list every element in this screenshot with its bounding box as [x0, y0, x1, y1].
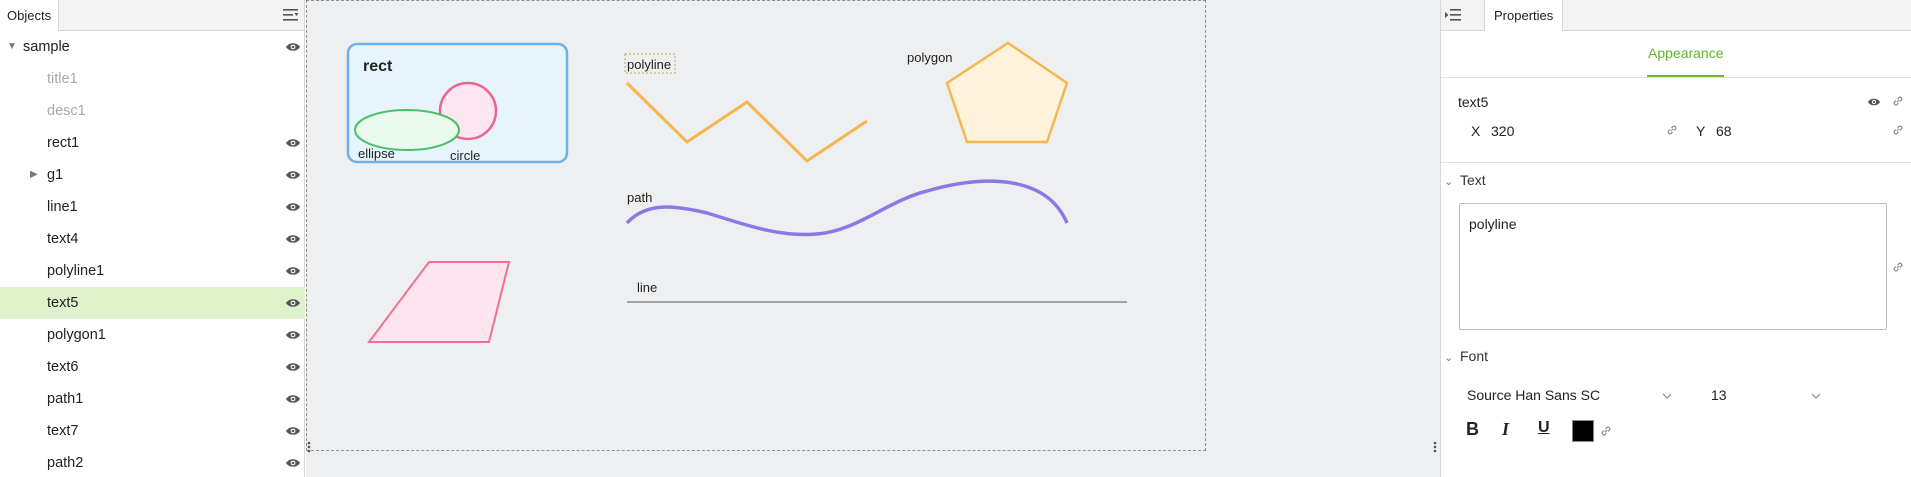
tree-item-label: desc1: [47, 103, 86, 119]
tree-item-rect1[interactable]: rect1: [0, 127, 305, 159]
canvas-area[interactable]: rect ellipse circle polyline polygon pat…: [306, 0, 1440, 477]
link-icon[interactable]: [1891, 123, 1905, 137]
tree-item-label: polygon1: [47, 327, 106, 343]
eye-icon[interactable]: [285, 265, 301, 277]
eye-icon[interactable]: [285, 361, 301, 373]
chevron-down-icon: [1662, 393, 1672, 399]
tree-item-path2[interactable]: path2: [0, 447, 305, 477]
eye-icon[interactable]: [285, 425, 301, 437]
tree-item-g1[interactable]: ▶ g1: [0, 159, 305, 191]
artboard[interactable]: rect ellipse circle polyline polygon pat…: [306, 0, 1206, 451]
tree-item-label: title1: [47, 71, 78, 87]
ellipse-shape[interactable]: [354, 109, 460, 151]
right-resize-handle-icon[interactable]: [1433, 441, 1437, 453]
chevron-down-icon: ⌄: [1444, 176, 1454, 188]
tree-item-text6[interactable]: text6: [0, 351, 305, 383]
tree-item-desc1[interactable]: desc1: [0, 95, 305, 127]
chevron-down-icon: ⌄: [1444, 352, 1454, 364]
circle-label[interactable]: circle: [450, 148, 480, 163]
eye-icon[interactable]: [285, 297, 301, 309]
objects-tab[interactable]: Objects: [0, 0, 60, 31]
path-shape[interactable]: [625, 179, 1069, 237]
tree-item-polyline1[interactable]: polyline1: [0, 255, 305, 287]
eye-icon[interactable]: [285, 41, 301, 53]
objects-panel: Objects ▼ sample title1 desc1 rect1 ▶ g1 line1 t…: [0, 0, 305, 477]
eye-icon[interactable]: [285, 201, 301, 213]
tree-item-sample[interactable]: ▼ sample: [0, 31, 305, 63]
panel-collapse-icon[interactable]: [1445, 8, 1461, 22]
tree-item-label: g1: [47, 167, 64, 183]
chevron-down-icon: [1811, 393, 1821, 399]
tree-item-label: text5: [47, 295, 79, 311]
text-content-field[interactable]: polyline: [1459, 203, 1887, 330]
tree-item-label: text7: [47, 423, 79, 439]
link-icon[interactable]: [1599, 424, 1613, 438]
link-icon[interactable]: [1891, 94, 1905, 108]
tree-item-line1[interactable]: line1: [0, 191, 305, 223]
font-size-select[interactable]: 13: [1711, 387, 1821, 407]
polygon-label[interactable]: polygon: [907, 50, 953, 65]
caret-right-icon[interactable]: ▶: [30, 159, 38, 191]
y-input[interactable]: 68: [1716, 123, 1732, 139]
y-label: Y: [1696, 123, 1706, 139]
link-icon[interactable]: [1665, 123, 1679, 137]
font-size-value: 13: [1711, 387, 1727, 403]
tree-item-path1[interactable]: path1: [0, 383, 305, 415]
font-section-header[interactable]: ⌄ Font: [1444, 348, 1488, 364]
text-section-title: Text: [1460, 172, 1486, 188]
eye-icon[interactable]: [1867, 95, 1881, 109]
x-input[interactable]: 320: [1491, 123, 1514, 139]
tree-item-text5[interactable]: text5: [0, 287, 305, 319]
x-label: X: [1471, 123, 1481, 139]
text-color-swatch[interactable]: [1572, 420, 1594, 442]
object-name: text5: [1458, 94, 1489, 110]
polyline-shape[interactable]: [625, 81, 868, 163]
bold-button[interactable]: B: [1466, 419, 1479, 440]
tree-item-label: path2: [47, 455, 84, 471]
appearance-tab[interactable]: Appearance: [1648, 45, 1724, 61]
line-label[interactable]: line: [637, 280, 657, 295]
eye-icon[interactable]: [285, 457, 301, 469]
font-family-select[interactable]: Source Han Sans SC: [1467, 387, 1672, 407]
left-resize-handle-icon[interactable]: [307, 441, 311, 453]
eye-icon[interactable]: [285, 233, 301, 245]
tree-item-label: rect1: [47, 135, 80, 151]
polygon-shape[interactable]: [945, 41, 1069, 144]
eye-icon[interactable]: [285, 137, 301, 149]
ellipse-label[interactable]: ellipse: [358, 146, 395, 161]
font-family-value: Source Han Sans SC: [1467, 387, 1601, 403]
tree-item-label: text4: [47, 231, 79, 247]
polyline-label[interactable]: polyline: [627, 57, 671, 72]
tree-item-label: path1: [47, 391, 84, 407]
eye-icon[interactable]: [285, 329, 301, 341]
rect-label[interactable]: rect: [363, 58, 393, 75]
artboard-drawing: rect ellipse circle polyline polygon pat…: [346, 41, 1127, 343]
divider: [1441, 77, 1911, 78]
link-icon[interactable]: [1891, 260, 1905, 274]
eye-icon[interactable]: [285, 393, 301, 405]
eye-icon[interactable]: [285, 169, 301, 181]
tree-item-text4[interactable]: text4: [0, 223, 305, 255]
tree-item-label: text6: [47, 359, 79, 375]
tree-item-text7[interactable]: text7: [0, 415, 305, 447]
list-menu-icon[interactable]: [283, 8, 299, 22]
properties-tab[interactable]: Properties: [1484, 0, 1564, 31]
parallelogram-shape[interactable]: [367, 261, 511, 343]
font-section-title: Font: [1460, 348, 1489, 364]
tree-item-label: line1: [47, 199, 78, 215]
objects-tab-bar: Objects: [0, 0, 304, 31]
tree-item-label: sample: [23, 39, 70, 55]
caret-down-icon[interactable]: ▼: [7, 31, 17, 63]
tree-item-label: polyline1: [47, 263, 105, 279]
divider: [1441, 162, 1911, 163]
properties-panel: Properties Appearance text5 X 320 Y 68 ⌄…: [1440, 0, 1911, 477]
tree-item-polygon1[interactable]: polygon1: [0, 319, 305, 351]
tree-item-title1[interactable]: title1: [0, 63, 305, 95]
italic-button[interactable]: I: [1502, 419, 1509, 440]
text-section-header[interactable]: ⌄ Text: [1444, 172, 1486, 188]
underline-button[interactable]: U: [1538, 419, 1550, 437]
path-label[interactable]: path: [627, 190, 652, 205]
properties-tab-bar: Properties: [1441, 0, 1911, 31]
